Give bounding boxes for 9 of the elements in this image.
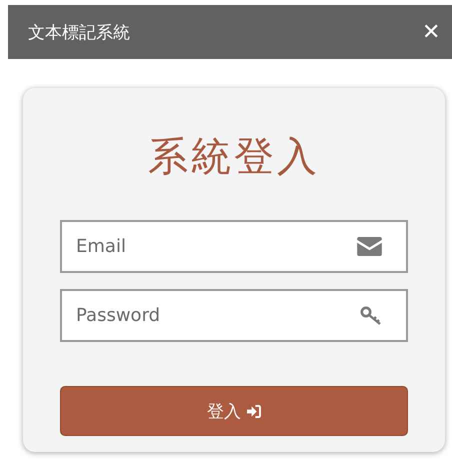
close-button[interactable]: ✕ (418, 19, 444, 45)
login-heading: 系統登入 (147, 133, 321, 182)
key-icon (360, 306, 382, 326)
envelope-icon (357, 237, 382, 256)
email-field[interactable]: Email (60, 220, 408, 273)
login-button[interactable]: 登入 (60, 386, 408, 436)
password-field[interactable]: Password (60, 289, 408, 342)
window-title: 文本標記系統 (28, 22, 130, 44)
sign-in-icon (246, 404, 261, 418)
